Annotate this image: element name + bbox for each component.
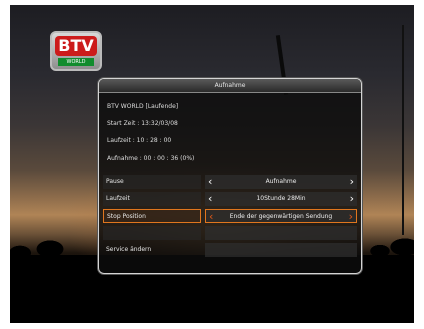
service-change-row[interactable]: Service ändern xyxy=(103,243,357,257)
empty-row-cell xyxy=(205,226,357,240)
option-value: Aufnahme xyxy=(265,178,297,185)
option-value-selector[interactable]: ‹ Ende der gegenwärtigen Sendung › xyxy=(205,209,357,223)
logo-sub-text: WORLD xyxy=(58,58,94,66)
empty-row-label xyxy=(103,226,201,240)
channel-line: BTV WORLD [Laufende] xyxy=(107,103,179,110)
start-time-line: Start Zeit : 13:32/03/08 xyxy=(107,120,178,127)
mast-silhouette xyxy=(402,25,404,235)
option-value-selector[interactable]: ‹ Aufnahme › xyxy=(205,175,357,189)
duration-line: Laufzeit : 10 : 28 : 00 xyxy=(107,137,172,144)
chevron-left-icon[interactable]: ‹ xyxy=(209,210,213,224)
option-value-selector[interactable]: ‹ 10Stunde 28Min › xyxy=(205,192,357,206)
chevron-right-icon[interactable]: › xyxy=(350,175,354,189)
logo-main-text: BTV xyxy=(55,36,97,56)
option-row-pause[interactable]: Pause ‹ Aufnahme › xyxy=(103,175,357,189)
chevron-left-icon[interactable]: ‹ xyxy=(208,192,212,206)
option-label: Pause xyxy=(103,175,201,189)
option-label: Laufzeit xyxy=(103,192,201,206)
option-row-laufzeit[interactable]: Laufzeit ‹ 10Stunde 28Min › xyxy=(103,192,357,206)
channel-logo: BTV WORLD xyxy=(50,31,102,71)
option-value: 10Stunde 28Min xyxy=(256,195,306,202)
option-label: Stop Position xyxy=(103,209,201,223)
dialog-title: Aufnahme xyxy=(99,79,361,93)
recording-dialog: Aufnahme BTV WORLD [Laufende] Start Zeit… xyxy=(98,78,362,274)
recording-progress-line: Aufnahme : 00 : 00 : 36 (0%) xyxy=(107,155,195,162)
chevron-right-icon[interactable]: › xyxy=(349,210,353,224)
service-change-label[interactable]: Service ändern xyxy=(103,243,201,257)
chevron-left-icon[interactable]: ‹ xyxy=(208,175,212,189)
tv-screen: BTV WORLD Aufnahme BTV WORLD [Laufende] … xyxy=(10,5,414,323)
service-change-cell xyxy=(205,243,357,257)
option-value: Ende der gegenwärtigen Sendung xyxy=(229,213,333,220)
option-row-stop-position[interactable]: Stop Position ‹ Ende der gegenwärtigen S… xyxy=(103,209,357,223)
chevron-right-icon[interactable]: › xyxy=(350,192,354,206)
